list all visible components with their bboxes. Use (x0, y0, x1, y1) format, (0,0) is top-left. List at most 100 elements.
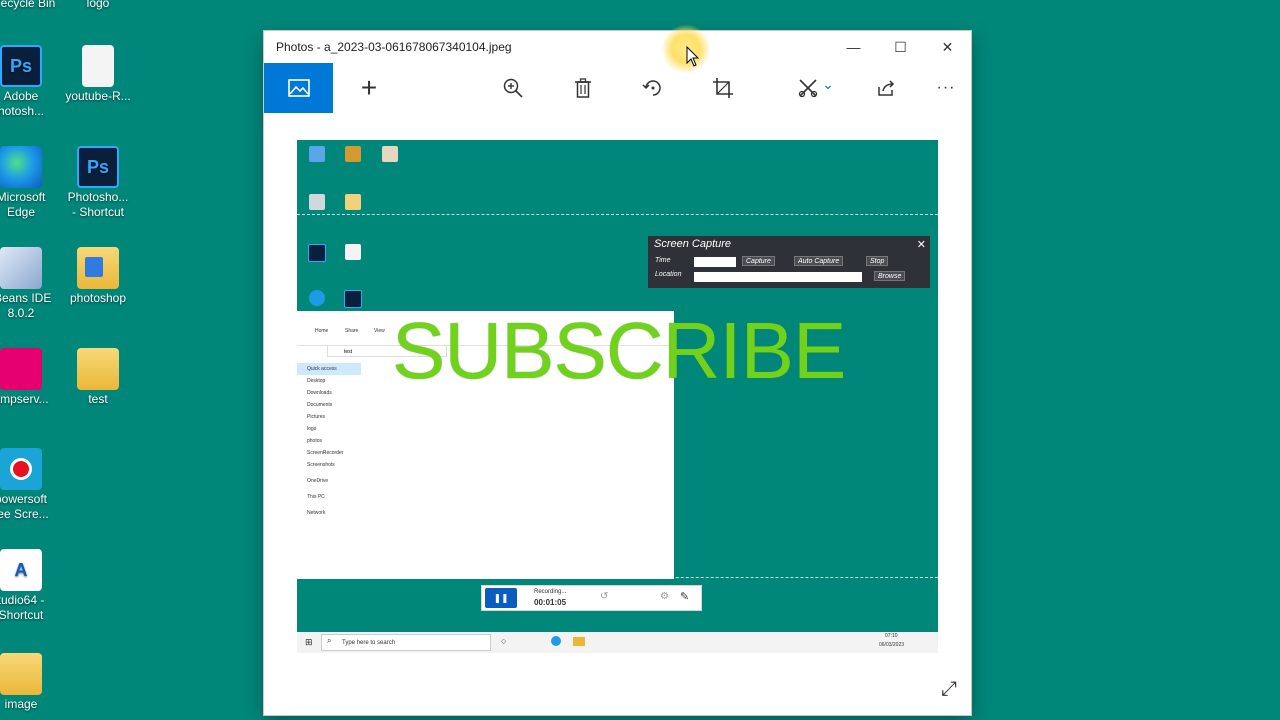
mini-desktop-icon (303, 194, 331, 211)
window-title: Photos - a_2023-03-061678067340104.jpeg (276, 40, 512, 54)
desktop-icon-photoshop-folder[interactable]: photoshop (58, 247, 138, 306)
taskbar-clock-date: 06/03/2023 (879, 642, 905, 648)
desktop-icon-label: powersoft (0, 492, 48, 506)
window-controls: — ☐ ✕ (830, 31, 971, 63)
desktop-icon-adobe-photoshop[interactable]: Ps Adobe hotosh... (0, 45, 61, 119)
desktop-icon-label: Photosho... (67, 190, 129, 204)
sidebar-item: Network (307, 510, 326, 516)
location-field (694, 272, 862, 282)
time-field (694, 257, 736, 267)
screen-capture-title: Screen Capture (654, 238, 732, 250)
ribbon-tab: View (374, 328, 385, 334)
desktop-icon-logo[interactable]: logo (58, 0, 138, 11)
share-icon (878, 80, 895, 96)
more-options-button[interactable]: ··· (922, 63, 970, 113)
task-view-icon: ○ (501, 636, 507, 646)
desktop-icon-youtube-file[interactable]: youtube-R... (58, 45, 138, 104)
explorer-sidebar: Quick access Desktop Downloads Documents… (297, 363, 361, 519)
desktop-icon-wampserver[interactable]: ampserv... (0, 348, 61, 407)
sidebar-item: Screenshots (307, 462, 335, 468)
photoshop-icon: Ps (0, 45, 42, 87)
close-button[interactable]: ✕ (924, 31, 971, 63)
desktop-icon-label: Adobe (3, 89, 39, 103)
photos-window: Photos - a_2023-03-061678067340104.jpeg … (264, 31, 971, 715)
ellipsis-icon: ··· (936, 79, 956, 96)
plus-icon: + (360, 72, 378, 103)
mini-taskbar: ⊞ Type here to search ⌕ ○ 07:10 06/03/20… (297, 632, 938, 653)
desktop-icon-label: ree Scre... (0, 507, 49, 521)
zoom-in-icon (503, 78, 523, 98)
crop-icon (713, 78, 733, 98)
desktop-icon-label: - Shortcut (71, 205, 125, 219)
desktop-icon-label: Shortcut (0, 608, 44, 622)
mini-desktop-icon (339, 290, 367, 309)
mini-desktop-icon (303, 244, 331, 263)
desktop-icon-microsoft-edge[interactable]: Microsoft Edge (0, 146, 61, 220)
sidebar-item: Quick access (297, 363, 361, 375)
desktop-icon-label: tBeans IDE (0, 291, 52, 305)
edge-icon (0, 146, 42, 188)
delete-button[interactable] (559, 63, 607, 113)
minimize-button[interactable]: — (830, 31, 877, 63)
search-placeholder: Type here to search (342, 640, 396, 646)
edit-and-create-button[interactable]: ⌄ (786, 63, 846, 113)
photos-toolbar: + ⌄ ··· (264, 63, 971, 113)
browse-button: Browse (874, 271, 906, 281)
sidebar-item: This PC (307, 494, 325, 500)
taskbar-clock-time: 07:10 (885, 633, 898, 639)
capture-region-border-top (297, 214, 938, 215)
ribbon-tab: Share (345, 328, 359, 334)
desktop-icon-label: image (4, 697, 38, 711)
add-button[interactable]: + (345, 63, 393, 113)
photo-gallery-icon (287, 79, 310, 97)
sidebar-item: photos (307, 438, 323, 444)
sidebar-item: ScreenRecorder (307, 450, 344, 456)
recording-timer: 00:01:05 (534, 598, 567, 607)
sidebar-item: Downloads (307, 390, 332, 396)
share-button[interactable] (862, 63, 910, 113)
zoom-button[interactable] (489, 63, 537, 113)
search-icon: ⌕ (327, 636, 332, 645)
crop-button[interactable] (699, 63, 747, 113)
maximize-button[interactable]: ☐ (877, 31, 924, 63)
android-studio-icon: A (0, 549, 42, 591)
desktop-icon-photoshop-shortcut[interactable]: Ps Photosho... - Shortcut (58, 146, 138, 220)
rotate-button[interactable] (629, 63, 677, 113)
wampserver-icon (0, 348, 42, 390)
subscribe-overlay-text: SUBSCRIBE (392, 306, 846, 395)
sidebar-item: Documents (307, 402, 333, 408)
desktop-icon-label: hotosh... (0, 104, 45, 118)
desktop-icon-label: test (88, 392, 108, 406)
chevron-down-icon: ⌄ (822, 75, 834, 92)
image-folder-icon (0, 653, 42, 695)
photoshop-icon: Ps (77, 146, 119, 188)
ribbon-tab: Home (315, 328, 329, 334)
location-label: Location (655, 271, 682, 278)
see-all-photos-button[interactable] (264, 63, 333, 113)
desktop-icon-apowersoft-recorder[interactable]: powersoft ree Scre... (0, 448, 61, 522)
mini-desktop-icon (303, 290, 331, 307)
mini-desktop-icon (303, 146, 331, 163)
screen-recorder-icon (0, 448, 42, 490)
screen-capture-panel: Screen Capture ✕ Time Location Capture A… (648, 236, 930, 288)
folder-icon (77, 247, 119, 289)
desktop-icon-android-studio[interactable]: A tudio64 - Shortcut (0, 549, 61, 623)
edit-tools-icon (798, 79, 818, 98)
mini-search-box: Type here to search (321, 634, 491, 651)
settings-icon: ⚙ (660, 591, 669, 602)
sidebar-item: OneDrive (307, 478, 329, 484)
desktop-icon-label: Microsoft (0, 190, 46, 204)
desktop-icon-netbeans[interactable]: tBeans IDE 8.0.2 (0, 247, 61, 321)
stop-button: Stop (866, 256, 889, 266)
mini-desktop-icon (376, 146, 404, 163)
title-bar[interactable]: Photos - a_2023-03-061678067340104.jpeg … (264, 31, 971, 63)
desktop-icon-image-folder[interactable]: image (0, 653, 61, 712)
pause-icon: ❚❚ (485, 588, 517, 608)
photo-canvas[interactable]: Screen Capture ✕ Time Location Capture A… (297, 140, 938, 653)
desktop-icon-test-folder[interactable]: test (58, 348, 138, 407)
desktop-icon-label: 8.0.2 (7, 306, 35, 320)
recording-toolbar: ❚❚ Recording... 00:01:05 ↺ ⚙ ✎ (481, 585, 702, 611)
explorer-taskbar-icon (573, 637, 585, 646)
expand-icon[interactable]: ⤢ (941, 678, 957, 701)
sidebar-item: Pictures (307, 414, 326, 420)
